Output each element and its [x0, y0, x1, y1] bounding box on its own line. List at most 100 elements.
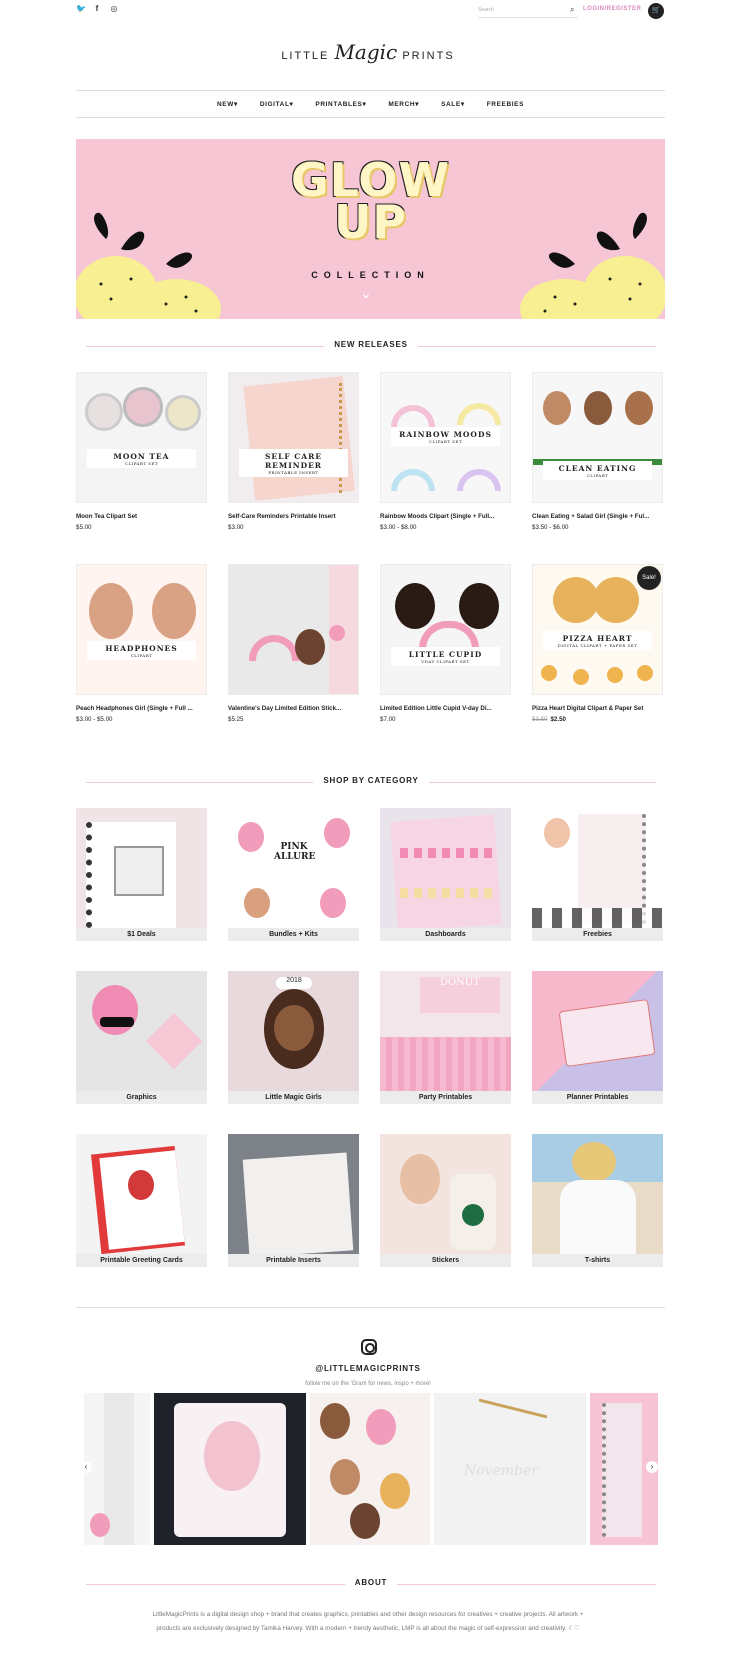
category-card[interactable]: Planner Printables — [532, 971, 663, 1104]
nav-freebies[interactable]: FREEBIES — [487, 101, 524, 108]
category-card[interactable]: DONUT Party Printables — [380, 971, 511, 1104]
sale-badge: Sale! — [637, 566, 661, 590]
category-image — [380, 1134, 511, 1254]
site-logo[interactable]: LITTLE Magic PRINTS — [0, 40, 736, 64]
product-label-sub: CLIPART SET — [428, 439, 463, 444]
category-label: Party Printables — [380, 1091, 511, 1104]
product-image[interactable]: CLEAN EATING CLIPART — [532, 372, 663, 503]
product-card[interactable]: RAINBOW MOODS CLIPART SET Rainbow Moods C… — [380, 372, 511, 531]
product-name[interactable]: Peach Headphones Girl (Single + Full ... — [76, 705, 207, 712]
product-image[interactable]: SELF CARE REMINDER PRINTABLE INSERT — [228, 372, 359, 503]
shop-by-category-heading: SHOP BY CATEGORY — [86, 776, 656, 788]
category-card[interactable]: 2018 Little Magic Girls — [228, 971, 359, 1104]
category-card[interactable]: Freebies — [532, 808, 663, 941]
product-image[interactable] — [228, 564, 359, 695]
nav-new[interactable]: NEW▾ — [217, 100, 238, 108]
category-label: Printable Inserts — [228, 1254, 359, 1267]
category-image: PINK ALLURE — [228, 808, 359, 928]
product-name[interactable]: Pizza Heart Digital Clipart & Paper Set — [532, 705, 663, 712]
section-title-text: SHOP BY CATEGORY — [86, 776, 656, 785]
product-label-title: HEADPHONES — [105, 644, 178, 653]
category-card[interactable]: Graphics — [76, 971, 207, 1104]
hero-subtitle: COLLECTION — [311, 270, 430, 280]
product-name[interactable]: Clean Eating + Salad Girl (Single + Ful.… — [532, 513, 663, 520]
instagram-feed-item[interactable]: November — [434, 1393, 586, 1545]
product-label-title: SELF CARE REMINDER — [264, 452, 323, 470]
nav-sale[interactable]: SALE▾ — [441, 100, 465, 108]
instagram-icon[interactable]: ◎ — [110, 4, 118, 13]
product-card[interactable]: LITTLE CUPID VDAY CLIPART SET Limited Edi… — [380, 564, 511, 723]
product-name[interactable]: Self-Care Reminders Printable Insert — [228, 513, 359, 520]
category-image: 2018 — [228, 971, 359, 1091]
product-name[interactable]: Moon Tea Clipart Set — [76, 513, 207, 520]
product-image[interactable]: MOON TEA CLIPART SET — [76, 372, 207, 503]
category-card[interactable]: Stickers — [380, 1134, 511, 1267]
facebook-icon[interactable]: f — [93, 4, 101, 13]
category-label: Dashboards — [380, 928, 511, 941]
product-image[interactable]: PIZZA HEART DIGITAL CLIPART + PAPER SET S… — [532, 564, 663, 695]
product-price: $3.50 - $6.00 — [532, 524, 569, 531]
category-card[interactable]: Printable Inserts — [228, 1134, 359, 1267]
nav-printables[interactable]: PRINTABLES▾ — [315, 100, 366, 108]
carousel-next-arrow[interactable]: › — [646, 1461, 658, 1473]
product-price: $3.50 $2.50 — [532, 716, 663, 723]
product-image[interactable]: LITTLE CUPID VDAY CLIPART SET — [380, 564, 511, 695]
instagram-feed-item[interactable] — [310, 1393, 430, 1545]
product-card[interactable]: HEADPHONES CLIPART Peach Headphones Girl … — [76, 564, 207, 723]
sale-price: $2.50 — [550, 716, 566, 723]
product-image[interactable]: RAINBOW MOODS CLIPART SET — [380, 372, 511, 503]
category-card[interactable]: Printable Greeting Cards — [76, 1134, 207, 1267]
twitter-icon[interactable]: 🐦 — [76, 4, 86, 13]
product-name[interactable]: Limited Edition Little Cupid V-day Di... — [380, 705, 511, 712]
instagram-handle[interactable]: @LITTLEMAGICPRINTS — [0, 1364, 736, 1373]
about-text: LittleMagicPrints is a digital design sh… — [152, 1611, 584, 1632]
login-register-link[interactable]: LOGIN/REGISTER — [583, 6, 641, 12]
main-nav: NEW▾ DIGITAL▾ PRINTABLES▾ MERCH▾ SALE▾ F… — [76, 90, 665, 118]
product-price: $3.00 - $8.00 — [380, 524, 417, 531]
product-price: $3.00 - $5.00 — [76, 716, 113, 723]
product-card[interactable]: MOON TEA CLIPART SET Moon Tea Clipart Set… — [76, 372, 207, 531]
product-price: $5.25 — [228, 716, 244, 723]
chevron-down-icon[interactable]: ⌄ — [360, 285, 372, 302]
category-card[interactable]: PINK ALLURE Bundles + Kits — [228, 808, 359, 941]
product-price: $7.00 — [380, 716, 396, 723]
category-image — [76, 1134, 207, 1254]
product-label-sub: VDAY CLIPART SET — [421, 659, 470, 664]
about-heading: ABOUT — [86, 1578, 656, 1590]
social-links: 🐦 f ◎ — [76, 4, 118, 13]
product-label: MOON TEA CLIPART SET — [87, 449, 196, 468]
product-label-title: CLEAN EATING — [558, 464, 637, 473]
category-label: Freebies — [532, 928, 663, 941]
instagram-icon[interactable] — [361, 1339, 377, 1355]
product-name[interactable]: Valentine's Day Limited Edition Stick... — [228, 705, 359, 712]
product-card[interactable]: Valentine's Day Limited Edition Stick...… — [228, 564, 359, 723]
category-image — [76, 808, 207, 928]
category-image — [76, 971, 207, 1091]
carousel-prev-arrow[interactable]: ‹ — [80, 1461, 92, 1473]
product-card[interactable]: SELF CARE REMINDER PRINTABLE INSERT Self-… — [228, 372, 359, 531]
nav-digital[interactable]: DIGITAL▾ — [260, 100, 294, 108]
category-label: $1 Deals — [76, 928, 207, 941]
product-card[interactable]: CLEAN EATING CLIPART Clean Eating + Salad… — [532, 372, 663, 531]
category-card[interactable]: T-shirts — [532, 1134, 663, 1267]
instagram-feed-item[interactable] — [154, 1393, 306, 1545]
product-name[interactable]: Rainbow Moods Clipart (Single + Full... — [380, 513, 511, 520]
cart-icon[interactable]: 🛒 — [648, 3, 664, 19]
instagram-feed-item[interactable] — [84, 1393, 150, 1545]
category-label: T-shirts — [532, 1254, 663, 1267]
product-card[interactable]: PIZZA HEART DIGITAL CLIPART + PAPER SET S… — [532, 564, 663, 723]
category-card[interactable]: Dashboards — [380, 808, 511, 941]
search-icon[interactable]: ⌕ — [570, 5, 574, 15]
category-image — [228, 1134, 359, 1254]
hero-banner[interactable]: GLOW UP COLLECTION ⌄ — [76, 139, 665, 319]
category-card[interactable]: $1 Deals — [76, 808, 207, 941]
category-image — [532, 1134, 663, 1254]
product-label-sub: PRINTABLE INSERT — [268, 470, 319, 475]
hero-title: GLOW UP — [76, 157, 665, 245]
search-input[interactable]: Search — [478, 4, 578, 18]
category-image — [532, 971, 663, 1091]
category-label: Little Magic Girls — [228, 1091, 359, 1104]
category-image — [532, 808, 663, 928]
nav-merch[interactable]: MERCH▾ — [388, 100, 419, 108]
product-image[interactable]: HEADPHONES CLIPART — [76, 564, 207, 695]
